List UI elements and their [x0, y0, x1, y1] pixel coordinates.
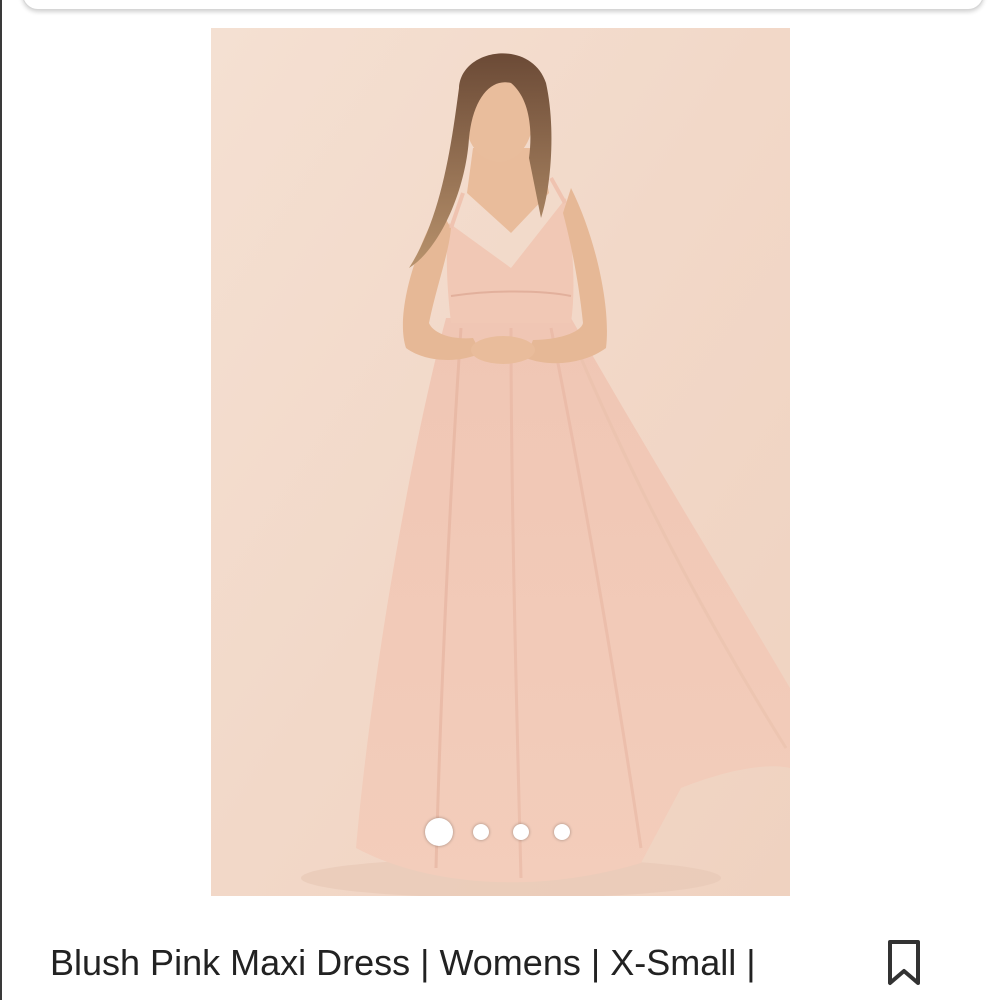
carousel-indicator: [0, 818, 1000, 848]
carousel-dot-3[interactable]: [513, 824, 529, 840]
product-photo: [211, 28, 790, 896]
listing-title[interactable]: Blush Pink Maxi Dress | Womens | X-Small…: [50, 936, 840, 1000]
carousel-dot-1[interactable]: [425, 818, 453, 846]
listing-page: Blush Pink Maxi Dress | Womens | X-Small…: [0, 0, 1000, 1000]
search-bar[interactable]: [22, 0, 984, 10]
bookmark-icon[interactable]: [882, 938, 926, 988]
window-edge: [0, 0, 2, 1000]
product-image[interactable]: [211, 28, 790, 896]
carousel-dot-2[interactable]: [473, 824, 489, 840]
carousel-dot-4[interactable]: [554, 824, 570, 840]
